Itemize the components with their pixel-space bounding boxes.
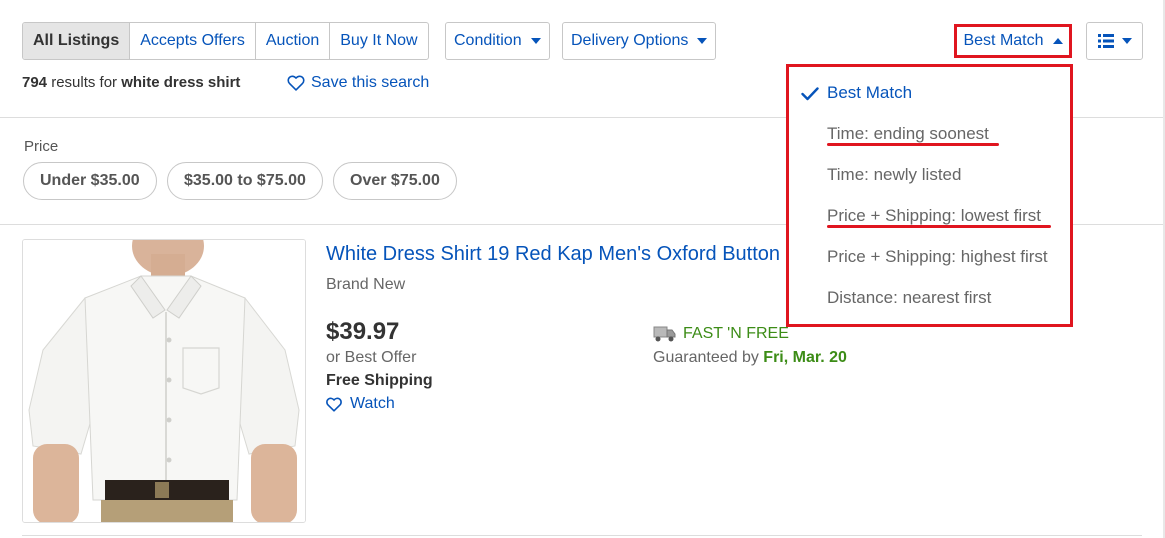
tab-auction[interactable]: Auction [254,23,329,59]
best-offer-text: or Best Offer [326,349,417,366]
tab-all-listings[interactable]: All Listings [23,23,130,59]
guaranteed-date: Fri, Mar. 20 [763,349,847,366]
view-toggle-button[interactable] [1086,22,1143,60]
sort-option-distance-nearest[interactable]: Distance: nearest first [827,288,991,308]
results-count: 794 [22,74,48,91]
sort-menu: Best Match Time: ending soonest Time: ne… [786,64,1073,327]
sort-button[interactable]: Best Match [954,24,1072,58]
sort-option-ending-soonest[interactable]: Time: ending soonest [827,124,989,144]
listing-price: $39.97 [326,318,400,345]
delivery-options-dropdown[interactable]: Delivery Options [562,22,717,60]
results-query: white dress shirt [121,74,241,91]
sort-option-price-lowest[interactable]: Price + Shipping: lowest first [827,206,1041,226]
save-search-label: Save this search [311,74,430,91]
guaranteed-delivery: Guaranteed by Fri, Mar. 20 [653,349,847,367]
sort-option-best-match[interactable]: Best Match [827,83,912,103]
listing-image[interactable] [22,239,306,523]
listing-type-tabs: All Listings Accepts Offers Auction Buy … [22,22,429,60]
watch-link[interactable]: Watch [326,395,395,413]
list-view-icon [1097,34,1114,48]
checkmark-icon [801,87,819,101]
heart-icon [326,397,342,412]
price-chip-35-to-75[interactable]: $35.00 to $75.00 [167,162,323,200]
listing-condition: Brand New [326,276,406,293]
tab-buy-it-now[interactable]: Buy It Now [329,23,427,59]
caret-down-icon [530,38,541,44]
price-chip-under-35[interactable]: Under $35.00 [23,162,157,200]
free-shipping-text: Free Shipping [326,372,433,389]
listing-title-link[interactable]: White Dress Shirt 19 Red Kap Men's Oxfor… [326,243,780,266]
condition-dropdown[interactable]: Condition [445,22,550,60]
truck-icon [653,326,676,342]
sort-option-newly-listed[interactable]: Time: newly listed [827,165,961,185]
search-results-page: All Listings Accepts Offers Auction Buy … [0,0,1165,538]
price-chip-over-75[interactable]: Over $75.00 [333,162,457,200]
caret-down-icon [697,38,708,44]
results-text: results for [47,74,122,91]
caret-up-icon [1052,38,1063,44]
shirt-image [23,240,305,522]
fast-n-free-badge: FAST 'N FREE [653,325,789,343]
sort-label: Best Match [963,32,1044,49]
guaranteed-prefix: Guaranteed by [653,349,764,366]
sort-option-price-highest[interactable]: Price + Shipping: highest first [827,247,1048,267]
annotation-underline [827,143,999,146]
heart-icon [287,75,305,91]
annotation-underline [827,225,1051,228]
price-filter-label: Price [24,138,59,155]
condition-label: Condition [454,32,522,49]
divider [22,535,1142,536]
caret-down-icon [1121,38,1132,44]
results-summary: 794 results for white dress shirt [22,74,240,91]
watch-label: Watch [350,395,395,412]
save-search-link[interactable]: Save this search [287,74,429,92]
tab-accepts-offers[interactable]: Accepts Offers [129,23,255,59]
delivery-options-label: Delivery Options [571,32,689,49]
fast-n-free-label: FAST 'N FREE [683,325,789,342]
